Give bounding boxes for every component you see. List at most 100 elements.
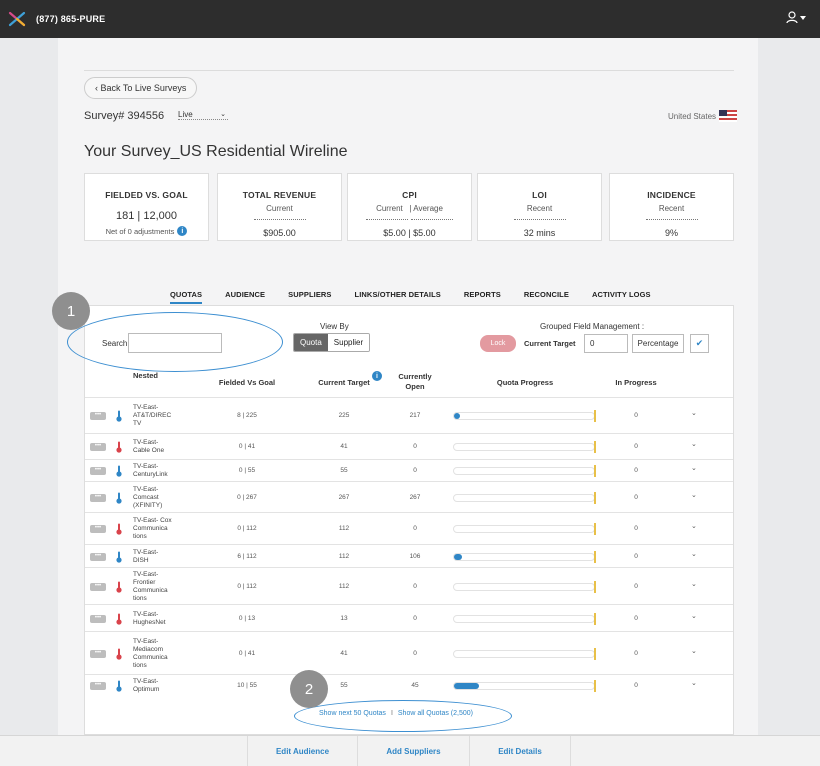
- card-title: TOTAL REVENUE: [242, 190, 317, 200]
- quota-name: TV-East- AT&T/DIREC TV: [133, 404, 172, 427]
- fielded-vs-goal-card: FIELDED VS. GOAL 181 | 12,000 Net of 0 a…: [84, 173, 209, 241]
- percentage-select[interactable]: Percentage: [632, 334, 684, 353]
- row-actions-icon[interactable]: •••: [90, 614, 106, 623]
- apply-check-button[interactable]: ✔: [690, 334, 709, 353]
- edit-details-button[interactable]: Edit Details: [469, 736, 571, 766]
- quota-name: TV-East- CenturyLink: [133, 463, 168, 478]
- expand-chevron-icon[interactable]: ⌄: [691, 440, 697, 448]
- expand-chevron-icon[interactable]: ⌄: [691, 522, 697, 530]
- quota-progress-bar: [453, 680, 596, 692]
- table-row[interactable]: ••• TV-East- AT&T/DIREC TV 8 | 225 225 217 0 ⌄: [85, 397, 733, 433]
- back-to-live-surveys-button[interactable]: ‹ Back To Live Surveys: [84, 77, 198, 99]
- info-icon[interactable]: i: [372, 371, 382, 381]
- expand-chevron-icon[interactable]: ⌄: [691, 550, 697, 558]
- add-suppliers-button[interactable]: Add Suppliers: [357, 736, 469, 766]
- show-next-quotas-link[interactable]: Show next 50 Quotas: [319, 710, 386, 717]
- loi-card: LOI Recent 32 mins: [477, 173, 602, 241]
- row-actions-icon[interactable]: •••: [90, 443, 106, 451]
- table-row[interactable]: ••• TV-East- DISH 6 | 112 112 106 0 ⌄: [85, 544, 733, 567]
- view-by-quota-button[interactable]: Quota: [294, 334, 328, 351]
- card-title: CPI: [402, 190, 417, 200]
- tab-links-other-details[interactable]: LINKS/OTHER DETAILS: [355, 290, 441, 304]
- currently-open-value: 267: [409, 493, 421, 501]
- card-value: 9%: [664, 228, 678, 238]
- tab-reports[interactable]: REPORTS: [464, 290, 501, 304]
- survey-title: Your Survey_US Residential Wireline: [84, 143, 348, 160]
- expand-chevron-icon[interactable]: ⌄: [691, 647, 697, 655]
- card-note: Net of 0 adjustments i: [85, 226, 208, 236]
- tab-activity-logs[interactable]: ACTIVITY LOGS: [592, 290, 651, 304]
- row-actions-icon[interactable]: •••: [90, 552, 106, 561]
- currently-open-value: 45: [411, 682, 419, 689]
- current-target-value: 13: [340, 614, 348, 622]
- current-target-input[interactable]: 0: [584, 334, 628, 353]
- grouped-field-management-label: Grouped Field Management :: [540, 322, 645, 331]
- row-actions-icon[interactable]: •••: [90, 493, 106, 502]
- in-progress-value: 0: [634, 412, 638, 419]
- target-marker: [594, 491, 596, 504]
- current-target-label: Current Target: [524, 339, 576, 348]
- table-row[interactable]: ••• TV-East- Cox Communica tions 0 | 112 112 0…: [85, 512, 733, 544]
- currently-open-value: 0: [413, 614, 417, 622]
- tab-quotas[interactable]: QUOTAS: [170, 290, 203, 304]
- table-row[interactable]: ••• TV-East- Mediacom Communica tions 0 | 41 4…: [85, 631, 733, 674]
- lock-button[interactable]: Lock: [480, 335, 516, 352]
- target-marker: [594, 410, 596, 422]
- tab-suppliers[interactable]: SUPPLIERS: [288, 290, 331, 304]
- row-actions-icon[interactable]: •••: [90, 525, 106, 533]
- survey-status-select[interactable]: Live ⌄: [178, 110, 228, 120]
- target-marker: [594, 647, 596, 660]
- expand-chevron-icon[interactable]: ⌄: [691, 464, 697, 472]
- table-row[interactable]: ••• TV-East- Frontier Communica tions 0 | 112…: [85, 567, 733, 604]
- current-target-value: 41: [340, 649, 348, 657]
- table-row[interactable]: ••• TV-East- Comcast (XFINITY) 0 | 267 267 267…: [85, 481, 733, 512]
- quota-progress-bar: [453, 612, 596, 625]
- row-actions-icon[interactable]: •••: [90, 682, 106, 690]
- user-menu[interactable]: [786, 11, 806, 24]
- tab-audience[interactable]: AUDIENCE: [225, 290, 265, 304]
- edit-audience-button[interactable]: Edit Audience: [247, 736, 357, 766]
- row-actions-icon[interactable]: •••: [90, 649, 106, 658]
- card-title: FIELDED VS. GOAL: [105, 190, 188, 200]
- cpi-card: CPI Current | Average $5.00 | $5.00: [347, 173, 472, 241]
- in-progress-value: 0: [634, 649, 638, 657]
- current-target-value: 55: [340, 467, 348, 474]
- total-revenue-card: TOTAL REVENUE Current $905.00: [217, 173, 342, 241]
- progress-fill: [454, 553, 462, 560]
- survey-tabs: QUOTAS AUDIENCE SUPPLIERS LINKS/OTHER DE…: [170, 290, 674, 304]
- logo-icon[interactable]: [8, 11, 26, 27]
- view-by-supplier-button[interactable]: Supplier: [327, 334, 370, 351]
- pagination-separator: I: [390, 710, 393, 717]
- row-actions-icon[interactable]: •••: [90, 467, 106, 475]
- fielded-vs-goal-value: 10 | 55: [237, 682, 257, 689]
- table-row[interactable]: ••• TV-East- CenturyLink 0 | 55 55 0 0 ⌄: [85, 459, 733, 481]
- info-icon[interactable]: i: [177, 226, 188, 236]
- card-title: INCIDENCE: [647, 190, 696, 200]
- row-actions-icon[interactable]: •••: [90, 412, 106, 420]
- quota-progress-bar: [453, 410, 596, 422]
- expand-chevron-icon[interactable]: ⌄: [691, 580, 697, 588]
- quota-progress-bar: [453, 523, 596, 535]
- quota-name: TV-East- Frontier Communica tions: [133, 570, 168, 602]
- table-row[interactable]: ••• TV-East- Optimum 10 | 55 55 45 0 ⌄: [85, 674, 733, 696]
- table-row[interactable]: ••• TV-East- HughesNet 0 | 13 13 0 0 ⌄: [85, 604, 733, 631]
- tab-reconcile[interactable]: RECONCILE: [524, 290, 569, 304]
- quota-name: TV-East- Mediacom Communica tions: [133, 637, 168, 669]
- card-subtitle: Current: [218, 204, 341, 222]
- header-current-target: Current Target: [318, 378, 370, 387]
- current-target-value: 41: [340, 443, 348, 450]
- expand-chevron-icon[interactable]: ⌄: [691, 679, 697, 687]
- table-row[interactable]: ••• TV-East- Cable One 0 | 41 41 0 0 ⌄: [85, 433, 733, 459]
- expand-chevron-icon[interactable]: ⌄: [691, 491, 697, 499]
- step-marker-1: 1: [52, 292, 90, 330]
- expand-chevron-icon[interactable]: ⌄: [691, 612, 697, 620]
- incidence-card: INCIDENCE Recent 9%: [609, 173, 734, 241]
- row-actions-icon[interactable]: •••: [90, 582, 106, 591]
- target-marker: [594, 580, 596, 593]
- show-all-quotas-link[interactable]: Show all Quotas (2,500): [398, 710, 473, 717]
- header-nested: Nested: [133, 371, 159, 380]
- quota-progress-bar: [453, 491, 596, 504]
- pagination: Show next 50 Quotas I Show all Quotas (2…: [319, 710, 473, 717]
- expand-chevron-icon[interactable]: ⌄: [691, 409, 697, 417]
- fielded-vs-goal-value: 0 | 41: [238, 443, 256, 450]
